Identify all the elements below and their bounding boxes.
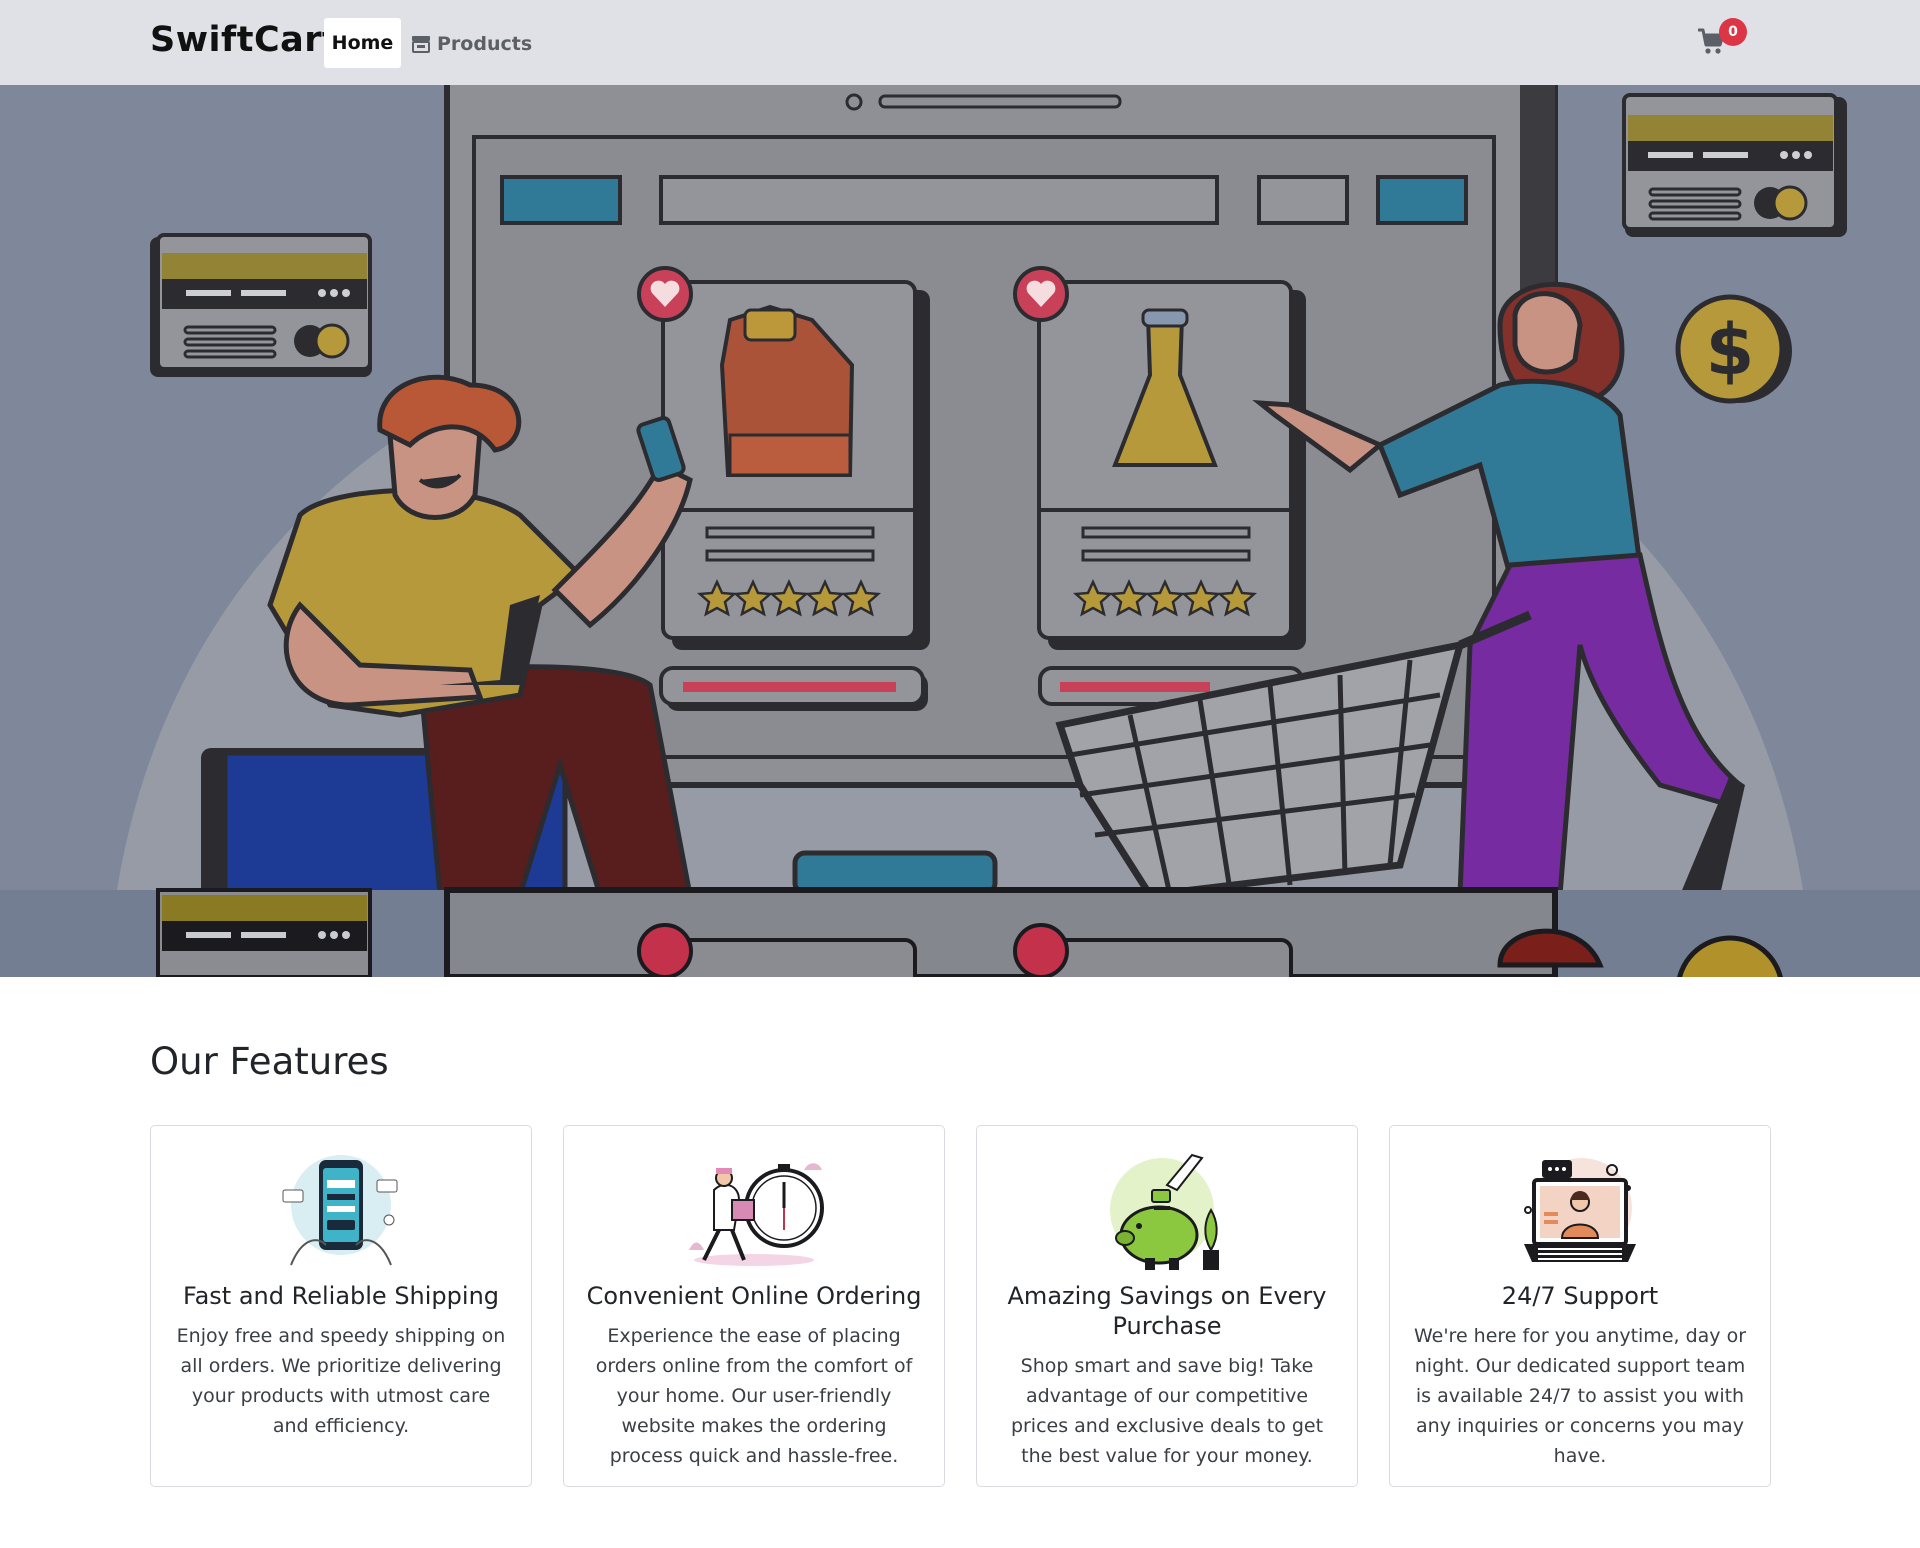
support-laptop-illustration	[1524, 1158, 1636, 1262]
feature-title: Fast and Reliable Shipping	[182, 1282, 500, 1310]
nav-products-link[interactable]: Products	[411, 22, 532, 66]
delivery-clock-illustration	[689, 1163, 824, 1266]
feature-card-support: 24/7 Support We're here for you anytime,…	[1389, 1125, 1771, 1487]
navbar: SwiftCart Home Products 0	[0, 0, 1920, 85]
hero-banner: $	[0, 85, 1920, 977]
store-icon	[412, 36, 430, 53]
piggy-bank-illustration	[1110, 1153, 1219, 1270]
features-list: Fast and Reliable Shipping Enjoy free an…	[150, 1125, 1771, 1487]
mobile-payment-illustration	[282, 1155, 398, 1266]
feature-card-shipping: Fast and Reliable Shipping Enjoy free an…	[150, 1125, 532, 1487]
feature-title: Amazing Savings on Every Purchase	[1007, 1282, 1327, 1340]
nav-products-label: Products	[437, 33, 533, 55]
feature-text: We're here for you anytime, day or night…	[1413, 1325, 1747, 1467]
feature-card-ordering: Convenient Online Ordering Experience th…	[563, 1125, 945, 1487]
feature-title: Convenient Online Ordering	[586, 1282, 922, 1310]
nav-home-link[interactable]: Home	[324, 18, 401, 68]
hero-shopping-illustration: $	[0, 85, 1920, 977]
cart-count-badge: 0	[1719, 18, 1747, 46]
feature-text: Experience the ease of placing orders on…	[595, 1325, 913, 1467]
brand-logo[interactable]: SwiftCart	[150, 20, 339, 60]
feature-title: 24/7 Support	[1501, 1282, 1659, 1310]
feature-text: Shop smart and save big! Take advantage …	[1010, 1355, 1324, 1467]
feature-text: Enjoy free and speedy shipping on all or…	[176, 1325, 506, 1437]
feature-card-savings: Amazing Savings on Every Purchase Shop s…	[976, 1125, 1358, 1487]
features-heading: Our Features	[150, 1040, 389, 1083]
